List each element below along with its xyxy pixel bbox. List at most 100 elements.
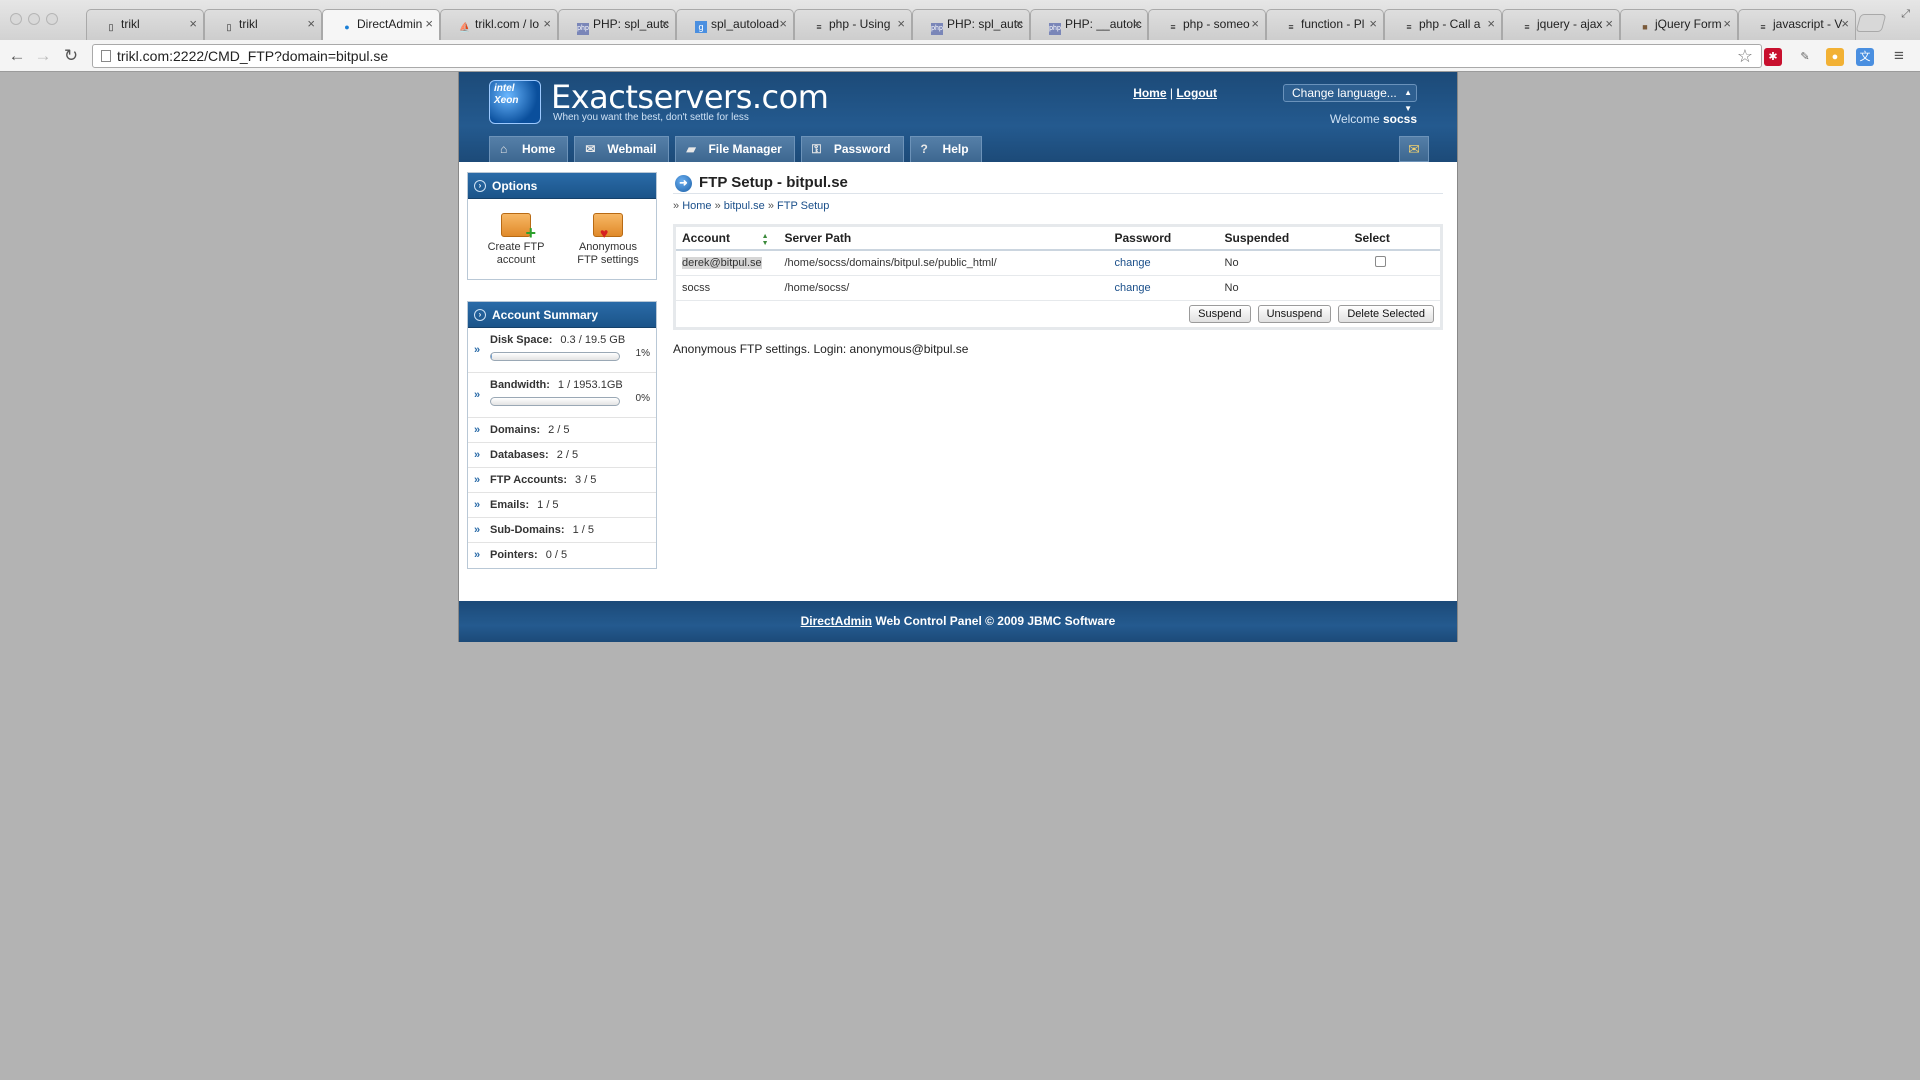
main-nav: ⌂ Home ✉ Webmail ▰ File Manager ⚿ Password? Help <box>489 136 988 162</box>
browser-tab[interactable]: php PHP: __autolc × <box>1030 9 1148 40</box>
breadcrumb: » Home » bitpul.se » FTP Setup <box>673 200 830 212</box>
tab-close-icon[interactable]: × <box>1841 10 1849 38</box>
browser-tab[interactable]: ▯ trikl × <box>204 9 322 40</box>
menu-icon[interactable]: ≡ <box>1888 45 1910 67</box>
tab-title: spl_autoload <box>711 17 780 31</box>
back-button[interactable]: ← <box>6 45 28 67</box>
browser-tab[interactable]: ≡ javascript - V × <box>1738 9 1856 40</box>
nav-file-manager[interactable]: ▰ File Manager <box>675 136 795 162</box>
header-links: Home | Logout <box>1133 86 1217 100</box>
tab-close-icon[interactable]: × <box>661 10 669 38</box>
google-icon: g <box>695 21 707 33</box>
chevron-right-icon: » <box>474 549 481 561</box>
browser-tab[interactable]: ▯ trikl × <box>86 9 204 40</box>
change-password-link[interactable]: change <box>1115 282 1151 294</box>
avatar-icon: ■ <box>1642 22 1648 32</box>
select-checkbox[interactable] <box>1374 255 1386 267</box>
tab-close-icon[interactable]: × <box>1487 10 1495 38</box>
tab-close-icon[interactable]: × <box>1015 10 1023 38</box>
tab-close-icon[interactable]: × <box>307 10 315 38</box>
browser-tab[interactable]: ≡ jquery - ajax × <box>1502 9 1620 40</box>
breadcrumb-home[interactable]: Home <box>682 200 711 212</box>
chevron-right-icon: » <box>474 424 481 436</box>
tab-close-icon[interactable]: × <box>779 10 787 38</box>
cookie-icon[interactable]: ● <box>1826 48 1844 66</box>
language-select[interactable]: Change language... ▲ ▼ <box>1283 84 1417 113</box>
window-close-button[interactable] <box>10 13 22 25</box>
tab-title: php - Using <box>829 17 891 31</box>
anonymous-ftp-settings-option[interactable]: ♥ Anonymous FTP settings <box>568 213 648 267</box>
directadmin-link[interactable]: DirectAdmin <box>801 614 872 628</box>
delete-selected-button[interactable]: Delete Selected <box>1338 304 1434 323</box>
tab-title: php - Call a <box>1419 17 1481 31</box>
eyedropper-icon[interactable]: ✎ <box>1796 48 1814 66</box>
chevron-right-icon: » <box>474 474 481 486</box>
tab-title: trikl <box>239 17 258 31</box>
stackoverflow-icon: ≡ <box>1406 22 1412 32</box>
bookmark-star-icon[interactable]: ☆ <box>1737 45 1753 67</box>
browser-tab[interactable]: php PHP: spl_autc × <box>912 9 1030 40</box>
logout-link[interactable]: Logout <box>1176 86 1217 100</box>
arrow-circle-icon: ➜ <box>675 175 692 192</box>
intel-xeon-logo: intel Xeon <box>489 80 541 124</box>
options-header: › Options <box>468 173 656 199</box>
tab-close-icon[interactable]: × <box>189 10 197 38</box>
header-home-link[interactable]: Home <box>1133 86 1166 100</box>
tab-close-icon[interactable]: × <box>1251 10 1259 38</box>
browser-tab[interactable]: ≡ function - Pl × <box>1266 9 1384 40</box>
tab-close-icon[interactable]: × <box>1605 10 1613 38</box>
browser-tab[interactable]: ≡ php - Using × <box>794 9 912 40</box>
browser-tab[interactable]: g spl_autoload × <box>676 9 794 40</box>
breadcrumb-domain[interactable]: bitpul.se <box>724 200 765 212</box>
page-icon: ▯ <box>226 22 232 32</box>
browser-tab[interactable]: ● DirectAdmin × <box>322 9 440 40</box>
tab-close-icon[interactable]: × <box>1369 10 1377 38</box>
site-logo-text[interactable]: Exactservers.com <box>551 78 829 116</box>
home-icon: ⌂ <box>500 142 508 156</box>
unsuspend-button[interactable]: Unsuspend <box>1257 304 1332 323</box>
nav-home[interactable]: ⌂ Home <box>489 136 569 162</box>
browser-tab[interactable]: ≡ php - Call a × <box>1384 9 1502 40</box>
messages-button[interactable]: ✉ <box>1399 136 1429 162</box>
browser-tab[interactable]: ≡ php - someo × <box>1148 9 1266 40</box>
tab-close-icon[interactable]: × <box>897 10 905 38</box>
table-row: derek@bitpul.se /home/socss/domains/bitp… <box>674 250 1442 276</box>
browser-tab[interactable]: php PHP: spl_autc × <box>558 9 676 40</box>
folder-icon: ▰ <box>686 142 696 156</box>
browser-tab[interactable]: ■ jQuery Form × <box>1620 9 1738 40</box>
fullscreen-icon[interactable]: ⤢ <box>1901 8 1910 21</box>
window-zoom-button[interactable] <box>46 13 58 25</box>
new-tab-button[interactable] <box>1855 14 1887 32</box>
php-icon: php <box>577 23 589 35</box>
url-text: trikl.com:2222/CMD_FTP?domain=bitpul.se <box>117 48 389 64</box>
window-minimize-button[interactable] <box>28 13 40 25</box>
address-bar[interactable]: trikl.com:2222/CMD_FTP?domain=bitpul.se … <box>92 44 1762 68</box>
directadmin-page: intel Xeon Exactservers.com When you wan… <box>458 72 1458 642</box>
reload-button[interactable]: ↻ <box>60 45 82 67</box>
column-select: Select <box>1348 225 1442 251</box>
account-summary-header: › Account Summary <box>468 302 656 328</box>
change-password-link[interactable]: change <box>1115 257 1151 269</box>
translate-icon[interactable]: 文 <box>1856 48 1874 66</box>
tab-title: jQuery Form <box>1655 17 1722 31</box>
browser-tab[interactable]: ⛵ trikl.com / lo × <box>440 9 558 40</box>
tab-title: PHP: spl_autc <box>593 17 670 31</box>
tab-title: trikl.com / lo <box>475 17 540 31</box>
sort-icon: ▲ ▼ <box>761 233 769 247</box>
tab-close-icon[interactable]: × <box>1723 10 1731 38</box>
nav-webmail[interactable]: ✉ Webmail <box>574 136 670 162</box>
lastpass-icon[interactable]: ✱ <box>1764 48 1782 66</box>
tab-title: DirectAdmin <box>357 17 423 31</box>
forward-button[interactable]: → <box>32 45 54 67</box>
tab-close-icon[interactable]: × <box>543 10 551 38</box>
breadcrumb-ftp-setup[interactable]: FTP Setup <box>777 200 829 212</box>
create-ftp-account-option[interactable]: + Create FTP account <box>476 213 556 267</box>
suspend-button[interactable]: Suspend <box>1189 304 1251 323</box>
nav-help[interactable]: ? Help <box>909 136 982 162</box>
nav-password[interactable]: ⚿ Password <box>800 136 904 162</box>
tab-close-icon[interactable]: × <box>1133 10 1141 38</box>
tab-close-icon[interactable]: × <box>425 10 433 38</box>
browser-toolbar: ← → ↻ trikl.com:2222/CMD_FTP?domain=bitp… <box>0 40 1920 72</box>
column-account[interactable]: Account ▲ ▼ <box>674 225 779 251</box>
options-box: › Options + Create FTP account ♥ Anonymo… <box>467 172 657 280</box>
